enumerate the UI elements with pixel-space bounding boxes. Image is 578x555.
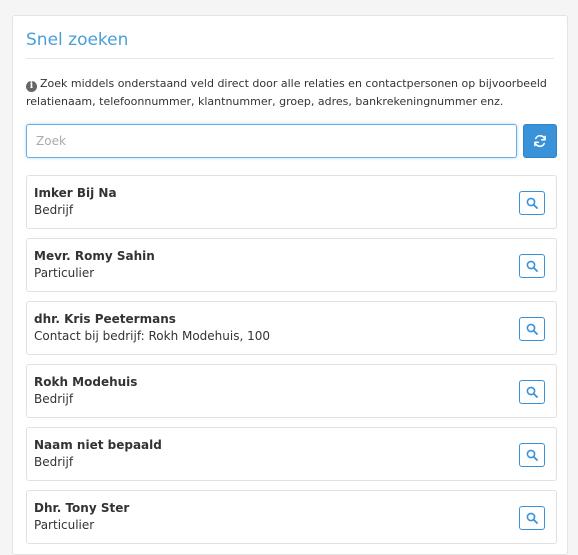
search-icon bbox=[526, 323, 538, 335]
result-type: Contact bij bedrijf: Rokh Modehuis, 100 bbox=[34, 329, 271, 343]
result-type: Bedrijf bbox=[34, 455, 74, 469]
result-name: Rokh Modehuis bbox=[34, 375, 138, 389]
result-card: Imker Bij Na Bedrijf bbox=[26, 175, 557, 229]
search-icon bbox=[526, 260, 538, 272]
search-icon bbox=[526, 449, 538, 461]
result-card: Rokh Modehuis Bedrijf bbox=[26, 364, 557, 418]
title-divider bbox=[26, 58, 554, 59]
result-name: Dhr. Tony Ster bbox=[34, 501, 130, 515]
view-result-button[interactable] bbox=[519, 443, 545, 467]
result-name: Imker Bij Na bbox=[34, 186, 117, 200]
info-text: Zoek middels onderstaand veld direct doo… bbox=[26, 77, 547, 108]
search-icon bbox=[526, 386, 538, 398]
refresh-icon bbox=[534, 134, 546, 148]
info-text-block: i Zoek middels onderstaand veld direct do… bbox=[26, 75, 561, 111]
view-result-button[interactable] bbox=[519, 191, 545, 215]
search-icon bbox=[526, 512, 538, 524]
result-type: Particulier bbox=[34, 266, 95, 280]
search-input[interactable] bbox=[26, 124, 517, 158]
result-type: Bedrijf bbox=[34, 203, 74, 217]
result-type: Bedrijf bbox=[34, 392, 74, 406]
result-card: Mevr. Romy Sahin Particulier bbox=[26, 238, 557, 292]
search-icon bbox=[526, 197, 538, 209]
result-card: Dhr. Tony Ster Particulier bbox=[26, 490, 557, 544]
result-name: dhr. Kris Peetermans bbox=[34, 312, 176, 326]
result-name: Naam niet bepaald bbox=[34, 438, 162, 452]
results-list: Imker Bij Na Bedrijf Mevr. Romy Sahin Pa… bbox=[26, 175, 557, 553]
refresh-button[interactable] bbox=[523, 124, 557, 158]
view-result-button[interactable] bbox=[519, 317, 545, 341]
result-card: Naam niet bepaald Bedrijf bbox=[26, 427, 557, 481]
view-result-button[interactable] bbox=[519, 380, 545, 404]
result-type: Particulier bbox=[34, 518, 95, 532]
quick-search-panel: Snel zoeken i Zoek middels onderstaand ve… bbox=[12, 15, 568, 555]
result-name: Mevr. Romy Sahin bbox=[34, 249, 155, 263]
info-circle-icon: i bbox=[26, 81, 37, 92]
panel-title: Snel zoeken bbox=[26, 30, 129, 50]
result-card: dhr. Kris Peetermans Contact bij bedrijf… bbox=[26, 301, 557, 355]
view-result-button[interactable] bbox=[519, 254, 545, 278]
view-result-button[interactable] bbox=[519, 506, 545, 530]
